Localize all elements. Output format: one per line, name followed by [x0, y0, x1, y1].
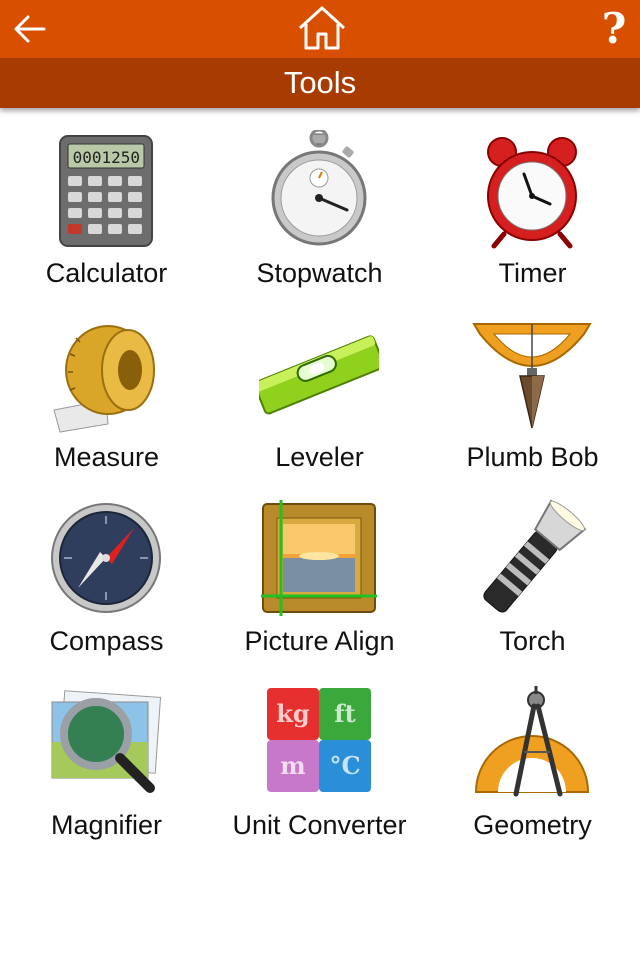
- title-bar: Tools: [0, 58, 640, 108]
- tool-label: Picture Align: [244, 626, 395, 656]
- tool-label: Calculator: [45, 258, 168, 288]
- tool-label: Geometry: [473, 810, 592, 840]
- tool-label: Plumb Bob: [466, 442, 599, 472]
- tool-torch[interactable]: Torch: [426, 488, 639, 672]
- alarm-clock-icon: [487, 137, 577, 249]
- top-bar: ?: [0, 0, 640, 58]
- tool-geometry[interactable]: Geometry: [426, 672, 639, 856]
- unit-celsius: °C: [329, 751, 360, 780]
- tool-unit-converter[interactable]: kg ft m °C Unit Converter: [213, 672, 426, 856]
- tape-measure-icon: [53, 325, 155, 433]
- tool-label: Torch: [499, 626, 566, 656]
- stopwatch-icon: [271, 130, 367, 246]
- page-title: Tools: [283, 65, 357, 100]
- tool-timer[interactable]: Timer: [426, 120, 639, 304]
- calculator-icon: 0001250: [59, 135, 153, 247]
- tool-measure[interactable]: Measure: [0, 304, 213, 488]
- flashlight-icon: [483, 499, 587, 613]
- tool-stopwatch[interactable]: Stopwatch: [213, 120, 426, 304]
- unit-m: m: [280, 751, 305, 780]
- compass-icon: [51, 503, 161, 613]
- tool-label: Compass: [49, 626, 164, 656]
- spirit-level-icon: [259, 335, 379, 415]
- tool-label: Stopwatch: [256, 258, 383, 288]
- help-button[interactable]: ?: [594, 4, 634, 54]
- home-icon[interactable]: [296, 4, 348, 52]
- tool-label: Timer: [498, 258, 567, 288]
- tool-label: Leveler: [275, 442, 364, 472]
- tool-label: Measure: [53, 442, 160, 472]
- tool-label: Magnifier: [50, 810, 163, 840]
- tool-magnifier[interactable]: Magnifier: [0, 672, 213, 856]
- magnifier-icon: [51, 690, 162, 793]
- unit-converter-icon: kg ft m °C: [267, 688, 371, 792]
- tool-picture-align[interactable]: Picture Align: [213, 488, 426, 672]
- unit-kg: kg: [276, 699, 310, 728]
- unit-ft: ft: [334, 699, 355, 728]
- tool-label: Unit Converter: [232, 810, 407, 840]
- plumb-bob-icon: [472, 323, 592, 429]
- tool-compass[interactable]: Compass: [0, 488, 213, 672]
- arrow-left-icon[interactable]: [8, 8, 50, 50]
- tool-leveler[interactable]: Leveler: [213, 304, 426, 488]
- geometry-icon: [474, 686, 590, 797]
- picture-frame-icon: [261, 500, 377, 616]
- tool-plumb-bob[interactable]: Plumb Bob: [426, 304, 639, 488]
- tool-calculator[interactable]: 0001250 Calculator: [0, 120, 213, 304]
- calculator-display: 0001250: [73, 148, 140, 167]
